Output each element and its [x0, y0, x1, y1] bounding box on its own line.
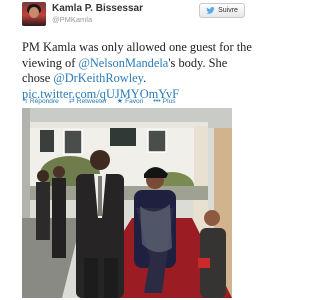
tweet-text: PM Kamla was only allowed one guest for … [22, 40, 252, 101]
retweet-button[interactable]: ⇄ Retweeter [69, 96, 107, 106]
avatar[interactable] [22, 2, 46, 26]
twitter-bird-icon [206, 7, 215, 14]
reply-button[interactable]: ↰ Répondre [22, 96, 59, 106]
tweet-header: Kamla P. Bissessar @PMKamla Suivre [0, 0, 255, 30]
follow-label: Suivre [218, 7, 238, 14]
follow-button[interactable]: Suivre [199, 3, 245, 18]
favorite-button[interactable]: ★ Favori [117, 96, 144, 106]
user-name[interactable]: Kamla P. Bissessar [52, 3, 143, 14]
tweet-actions: ↰ Répondre ⇄ Retweeter ★ Favori ••• Plus [22, 96, 176, 106]
mention-keith-rowley[interactable]: @DrKeithRowley [53, 71, 143, 85]
user-handle[interactable]: @PMKamla [52, 15, 92, 24]
reply-icon: ↰ [22, 98, 28, 105]
retweet-icon: ⇄ [68, 98, 75, 105]
tweet-photo[interactable] [22, 108, 232, 298]
more-button[interactable]: ••• Plus [153, 96, 175, 106]
more-dots-icon: ••• [153, 97, 161, 105]
star-icon: ★ [116, 98, 124, 105]
mention-nelson-mandela[interactable]: @NelsonMandela [78, 56, 168, 70]
photo-scene [22, 108, 232, 298]
